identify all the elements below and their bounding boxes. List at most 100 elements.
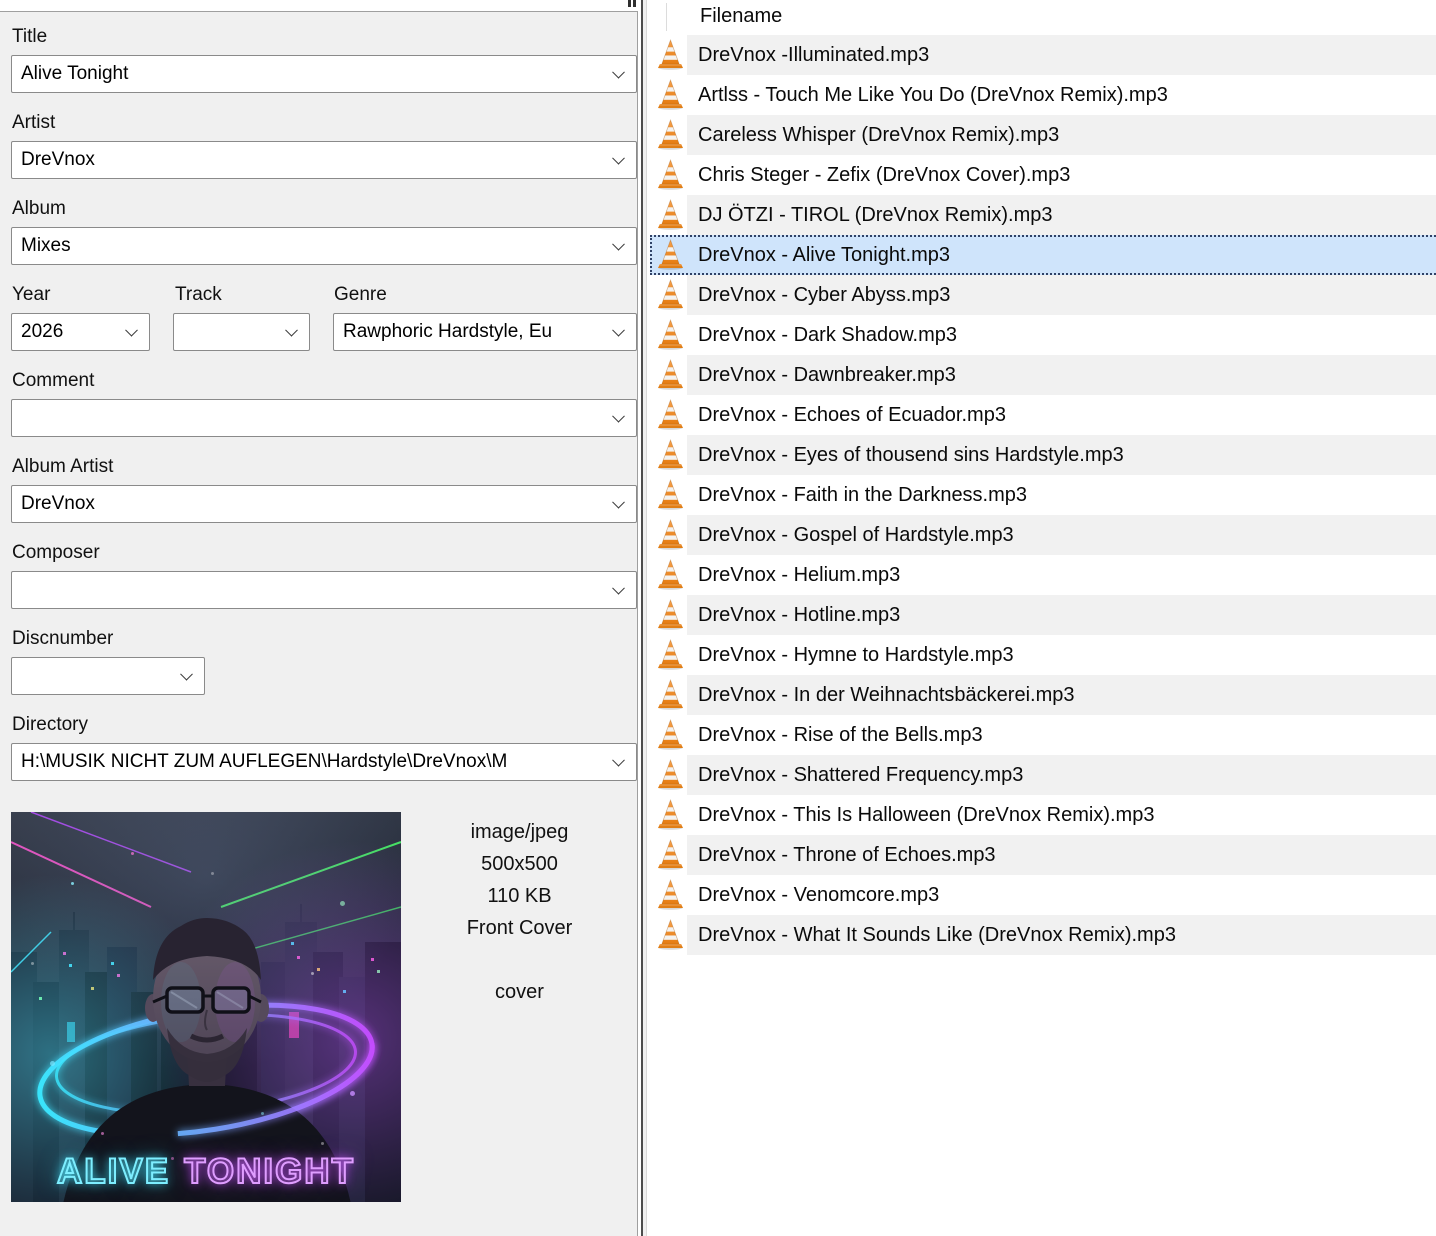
filename-label: DreVnox - What It Sounds Like (DreVnox R… <box>698 915 1176 955</box>
title-label: Title <box>12 24 47 50</box>
art-title-word2: TONIGHT <box>184 1152 355 1192</box>
directory-value: H:\MUSIK NICHT ZUM AUFLEGEN\Hardstyle\Dr… <box>21 751 507 772</box>
year-value: 2026 <box>21 321 63 342</box>
file-row[interactable]: DreVnox - Eyes of thousend sins Hardstyl… <box>647 435 1436 475</box>
tag-editor-panel: Title Alive Tonight Artist DreVnox Album… <box>0 0 637 1236</box>
album-label: Album <box>12 196 66 222</box>
vlc-cone-icon <box>657 159 684 190</box>
panel-splitter[interactable] <box>641 0 643 1236</box>
art-title: ALIVE TONIGHT <box>11 1152 401 1192</box>
filename-label: DreVnox - Cyber Abyss.mp3 <box>698 275 950 315</box>
filename-label: DreVnox - Dawnbreaker.mp3 <box>698 355 956 395</box>
file-row[interactable]: Careless Whisper (DreVnox Remix).mp3 <box>647 115 1436 155</box>
comment-label: Comment <box>12 368 94 394</box>
filename-label: DJ ÖTZI - TIROL (DreVnox Remix).mp3 <box>698 195 1053 235</box>
cover-kind: Front Cover <box>401 912 638 944</box>
filename-label: DreVnox - Gospel of Hardstyle.mp3 <box>698 515 1014 555</box>
file-row[interactable]: DreVnox - Echoes of Ecuador.mp3 <box>647 395 1436 435</box>
file-row[interactable]: DreVnox - In der Weihnachtsbäckerei.mp3 <box>647 675 1436 715</box>
filename-label: DreVnox - This Is Halloween (DreVnox Rem… <box>698 795 1154 835</box>
album-combobox[interactable]: Mixes <box>11 227 637 265</box>
splitter-grip[interactable] <box>628 0 636 7</box>
comment-combobox[interactable] <box>11 399 637 437</box>
file-row[interactable]: DreVnox - Dawnbreaker.mp3 <box>647 355 1436 395</box>
directory-label: Directory <box>12 712 88 738</box>
file-row[interactable]: DreVnox - Rise of the Bells.mp3 <box>647 715 1436 755</box>
file-row[interactable]: DreVnox - Faith in the Darkness.mp3 <box>647 475 1436 515</box>
cover-tag-field: cover <box>401 976 638 1008</box>
file-row[interactable]: DreVnox - Throne of Echoes.mp3 <box>647 835 1436 875</box>
file-row[interactable]: DreVnox - Alive Tonight.mp3 <box>647 235 1436 275</box>
filename-label: DreVnox - Echoes of Ecuador.mp3 <box>698 395 1006 435</box>
directory-combobox[interactable]: H:\MUSIK NICHT ZUM AUFLEGEN\Hardstyle\Dr… <box>11 743 637 781</box>
discnumber-label: Discnumber <box>12 626 113 652</box>
year-label: Year <box>12 282 50 308</box>
discnumber-combobox[interactable] <box>11 657 205 695</box>
genre-combobox[interactable]: Rawphoric Hardstyle, Eu <box>333 313 637 351</box>
vlc-cone-icon <box>657 519 684 550</box>
composer-combobox[interactable] <box>11 571 637 609</box>
art-title-word1: ALIVE <box>57 1152 170 1192</box>
file-row[interactable]: DreVnox - Cyber Abyss.mp3 <box>647 275 1436 315</box>
filename-label: DreVnox - Alive Tonight.mp3 <box>698 235 950 275</box>
file-row[interactable]: DreVnox - Hotline.mp3 <box>647 595 1436 635</box>
file-row[interactable]: Chris Steger - Zefix (DreVnox Cover).mp3 <box>647 155 1436 195</box>
filename-label: DreVnox - Faith in the Darkness.mp3 <box>698 475 1027 515</box>
vlc-cone-icon <box>657 719 684 750</box>
filename-column-header[interactable]: Filename <box>647 0 1436 35</box>
artist-combobox[interactable]: DreVnox <box>11 141 637 179</box>
artist-label: Artist <box>12 110 55 136</box>
column-divider[interactable] <box>666 3 667 31</box>
filename-label: DreVnox - Throne of Echoes.mp3 <box>698 835 996 875</box>
year-combobox[interactable]: 2026 <box>11 313 150 351</box>
file-row[interactable]: DreVnox - Helium.mp3 <box>647 555 1436 595</box>
file-row[interactable]: DreVnox - This Is Halloween (DreVnox Rem… <box>647 795 1436 835</box>
vlc-cone-icon <box>657 919 684 950</box>
track-label: Track <box>175 282 222 308</box>
file-row[interactable]: DreVnox - Venomcore.mp3 <box>647 875 1436 915</box>
genre-label: Genre <box>334 282 387 308</box>
filename-label: Artlss - Touch Me Like You Do (DreVnox R… <box>698 75 1168 115</box>
filename-label: DreVnox - Helium.mp3 <box>698 555 900 595</box>
vlc-cone-icon <box>657 359 684 390</box>
file-row[interactable]: DJ ÖTZI - TIROL (DreVnox Remix).mp3 <box>647 195 1436 235</box>
filename-label: DreVnox -Illuminated.mp3 <box>698 35 929 75</box>
cover-info: image/jpeg 500x500 110 KB Front Cover co… <box>401 816 638 1008</box>
album-artist-combobox[interactable]: DreVnox <box>11 485 637 523</box>
file-row[interactable]: DreVnox -Illuminated.mp3 <box>647 35 1436 75</box>
title-combobox[interactable]: Alive Tonight <box>11 55 637 93</box>
vlc-cone-icon <box>657 479 684 510</box>
vlc-cone-icon <box>657 319 684 350</box>
file-rows: DreVnox -Illuminated.mp3Artlss - Touch M… <box>647 35 1436 955</box>
composer-label: Composer <box>12 540 100 566</box>
filename-header-label: Filename <box>700 0 782 32</box>
file-row[interactable]: Artlss - Touch Me Like You Do (DreVnox R… <box>647 75 1436 115</box>
album-value: Mixes <box>21 235 71 256</box>
filename-label: Careless Whisper (DreVnox Remix).mp3 <box>698 115 1059 155</box>
track-combobox[interactable] <box>173 313 310 351</box>
vlc-cone-icon <box>657 399 684 430</box>
album-artist-value: DreVnox <box>21 493 95 514</box>
file-row[interactable]: DreVnox - What It Sounds Like (DreVnox R… <box>647 915 1436 955</box>
vlc-cone-icon <box>657 439 684 470</box>
file-row[interactable]: DreVnox - Dark Shadow.mp3 <box>647 315 1436 355</box>
vlc-cone-icon <box>657 279 684 310</box>
album-art[interactable]: ALIVE TONIGHT <box>11 812 401 1202</box>
filename-label: DreVnox - Dark Shadow.mp3 <box>698 315 957 355</box>
vlc-cone-icon <box>657 759 684 790</box>
file-row[interactable]: DreVnox - Hymne to Hardstyle.mp3 <box>647 635 1436 675</box>
cover-size: 110 KB <box>401 880 638 912</box>
art-figure <box>11 812 401 1202</box>
cover-mime: image/jpeg <box>401 816 638 848</box>
filename-label: DreVnox - Hotline.mp3 <box>698 595 900 635</box>
filename-label: DreVnox - Shattered Frequency.mp3 <box>698 755 1023 795</box>
artist-value: DreVnox <box>21 149 95 170</box>
title-value: Alive Tonight <box>21 63 128 84</box>
vlc-cone-icon <box>657 559 684 590</box>
vlc-cone-icon <box>657 639 684 670</box>
file-row[interactable]: DreVnox - Shattered Frequency.mp3 <box>647 755 1436 795</box>
filename-label: DreVnox - Hymne to Hardstyle.mp3 <box>698 635 1014 675</box>
vlc-cone-icon <box>657 39 684 70</box>
file-list: Filename DreVnox -Illuminated.mp3Artlss … <box>647 0 1436 1236</box>
file-row[interactable]: DreVnox - Gospel of Hardstyle.mp3 <box>647 515 1436 555</box>
